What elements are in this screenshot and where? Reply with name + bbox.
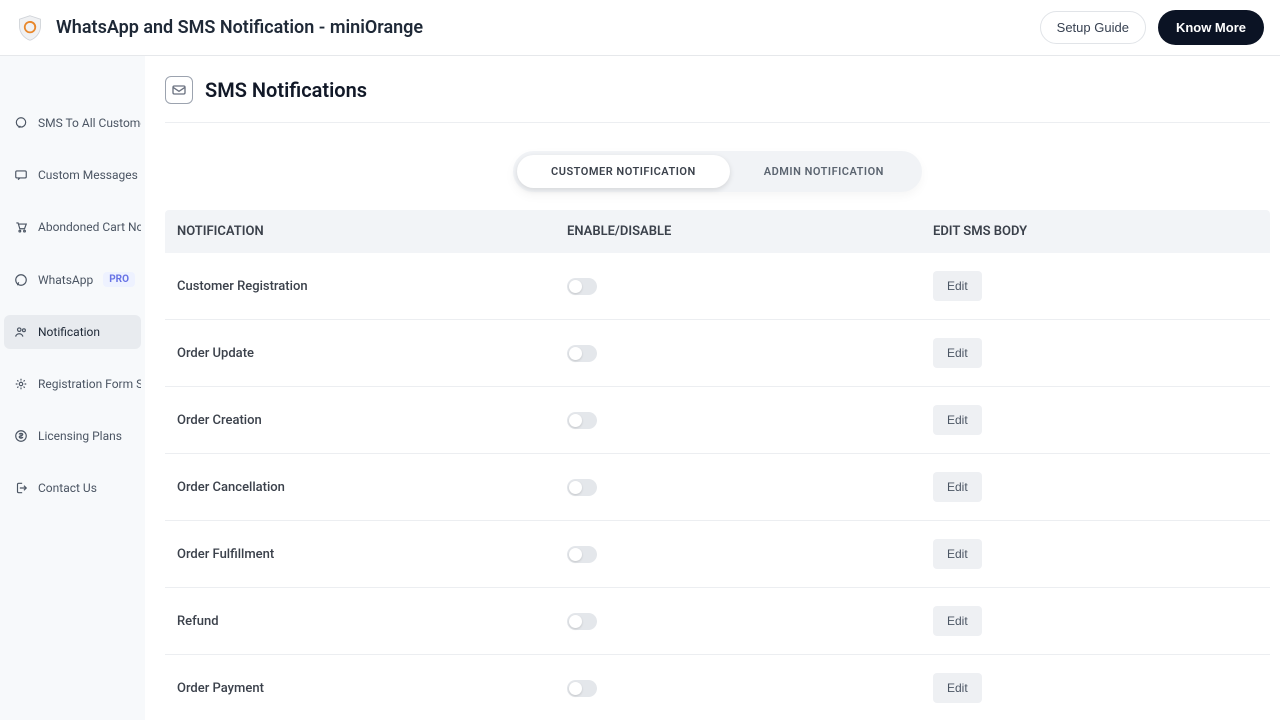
cart-icon: [14, 220, 28, 234]
sidebar-item-abandoned-cart[interactable]: Abondoned Cart Noti...: [4, 210, 141, 244]
table-header: NOTIFICATION ENABLE/DISABLE EDIT SMS BOD…: [165, 210, 1270, 253]
toggle-order-payment[interactable]: [567, 680, 597, 697]
dollar-icon: [14, 429, 28, 443]
toggle-customer-registration[interactable]: [567, 278, 597, 295]
toggle-order-creation[interactable]: [567, 412, 597, 429]
row-label: Order Creation: [177, 413, 567, 428]
notification-table: NOTIFICATION ENABLE/DISABLE EDIT SMS BOD…: [165, 210, 1270, 720]
pro-badge: PRO: [103, 272, 135, 287]
toggle-refund[interactable]: [567, 613, 597, 630]
col-header-edit: EDIT SMS BODY: [933, 224, 1258, 239]
edit-button[interactable]: Edit: [933, 606, 982, 636]
know-more-button[interactable]: Know More: [1158, 10, 1264, 45]
logout-icon: [14, 481, 28, 495]
brand: WhatsApp and SMS Notification - miniOran…: [16, 14, 423, 42]
table-row: Order Update Edit: [165, 320, 1270, 387]
message-icon: [14, 168, 28, 182]
sidebar-item-sms-all[interactable]: SMS To All Customers: [4, 106, 141, 140]
setup-guide-button[interactable]: Setup Guide: [1040, 11, 1146, 44]
sidebar-item-whatsapp[interactable]: WhatsApp PRO: [4, 262, 141, 297]
row-label: Refund: [177, 614, 567, 629]
chat-icon: [14, 116, 28, 130]
col-header-notification: NOTIFICATION: [177, 224, 567, 239]
edit-button[interactable]: Edit: [933, 673, 982, 703]
gear-icon: [14, 377, 28, 391]
sidebar-item-label: Notification: [38, 325, 100, 339]
toggle-order-update[interactable]: [567, 345, 597, 362]
sidebar-item-label: Custom Messages: [38, 168, 138, 182]
col-header-enable: ENABLE/DISABLE: [567, 224, 933, 239]
table-row: Order Creation Edit: [165, 387, 1270, 454]
sidebar-item-label: Licensing Plans: [38, 429, 122, 443]
toggle-order-cancellation[interactable]: [567, 479, 597, 496]
layout: SMS To All Customers Custom Messages Abo…: [0, 56, 1280, 720]
table-row: Customer Registration Edit: [165, 253, 1270, 320]
sidebar-item-contact[interactable]: Contact Us: [4, 471, 141, 505]
page-title-row: SMS Notifications: [165, 76, 1270, 123]
brand-logo-icon: [16, 14, 44, 42]
sidebar-item-label: SMS To All Customers: [38, 116, 141, 130]
row-label: Order Cancellation: [177, 480, 567, 495]
tab-admin-notification[interactable]: ADMIN NOTIFICATION: [730, 155, 918, 188]
row-label: Order Update: [177, 346, 567, 361]
edit-button[interactable]: Edit: [933, 338, 982, 368]
table-row: Refund Edit: [165, 588, 1270, 655]
sidebar-item-label: WhatsApp: [38, 273, 93, 287]
tabs: CUSTOMER NOTIFICATION ADMIN NOTIFICATION: [165, 151, 1270, 192]
row-label: Order Fulfillment: [177, 547, 567, 562]
edit-button[interactable]: Edit: [933, 271, 982, 301]
sidebar-item-label: Contact Us: [38, 481, 97, 495]
edit-button[interactable]: Edit: [933, 472, 982, 502]
table-row: Order Fulfillment Edit: [165, 521, 1270, 588]
sidebar-item-custom-messages[interactable]: Custom Messages: [4, 158, 141, 192]
main: SMS Notifications CUSTOMER NOTIFICATION …: [145, 56, 1280, 720]
toggle-order-fulfillment[interactable]: [567, 546, 597, 563]
envelope-icon: [165, 76, 193, 104]
whatsapp-icon: [14, 273, 28, 287]
sidebar-item-label: Registration Form Set...: [38, 377, 141, 391]
row-label: Order Payment: [177, 681, 567, 696]
sidebar-item-notification[interactable]: Notification: [4, 315, 141, 349]
sidebar-item-licensing[interactable]: Licensing Plans: [4, 419, 141, 453]
edit-button[interactable]: Edit: [933, 405, 982, 435]
row-label: Customer Registration: [177, 279, 567, 294]
topbar: WhatsApp and SMS Notification - miniOran…: [0, 0, 1280, 56]
table-row: Order Cancellation Edit: [165, 454, 1270, 521]
sidebar-item-registration-form[interactable]: Registration Form Set...: [4, 367, 141, 401]
brand-title: WhatsApp and SMS Notification - miniOran…: [56, 17, 423, 38]
sidebar: SMS To All Customers Custom Messages Abo…: [0, 56, 145, 720]
users-icon: [14, 325, 28, 339]
tab-customer-notification[interactable]: CUSTOMER NOTIFICATION: [517, 155, 730, 188]
page-title: SMS Notifications: [205, 78, 367, 102]
sidebar-item-label: Abondoned Cart Noti...: [38, 220, 141, 234]
table-row: Order Payment Edit: [165, 655, 1270, 720]
edit-button[interactable]: Edit: [933, 539, 982, 569]
top-actions: Setup Guide Know More: [1040, 10, 1264, 45]
